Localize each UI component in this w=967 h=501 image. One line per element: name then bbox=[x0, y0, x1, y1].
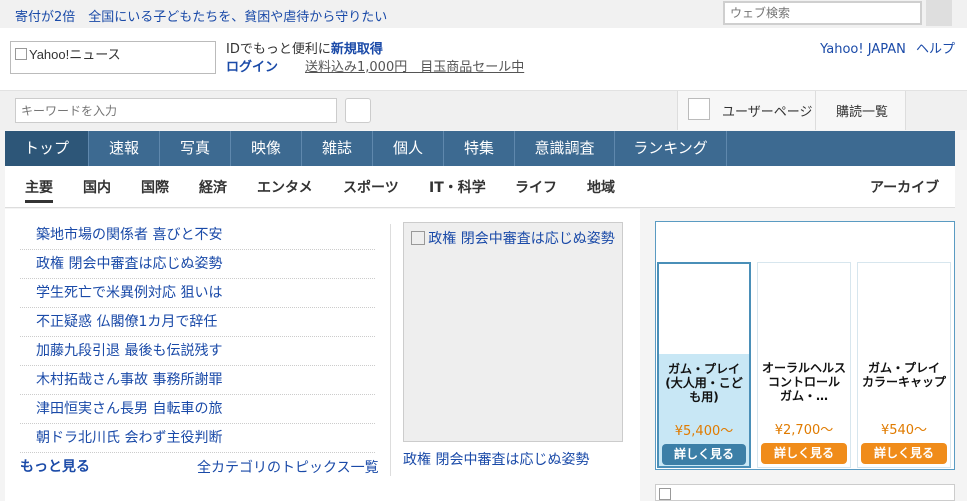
id-promo: IDでもっと便利に新規取得 bbox=[226, 38, 383, 57]
category-entertainment[interactable]: エンタメ bbox=[257, 177, 313, 197]
list-item[interactable]: 津田恒実さん長男 自転車の旅 bbox=[20, 395, 375, 424]
broken-image-icon bbox=[15, 48, 27, 60]
tab-individual[interactable]: 個人 bbox=[373, 131, 444, 166]
category-nav: 主要 国内 国際 経済 エンタメ スポーツ IT・科学 ライフ 地域 アーカイブ bbox=[5, 166, 955, 208]
product-price: ¥540〜 bbox=[880, 423, 928, 438]
user-avatar-icon bbox=[688, 98, 710, 120]
category-international[interactable]: 国際 bbox=[141, 177, 169, 197]
yahoo-news-logo[interactable]: Yahoo!ニュース bbox=[10, 41, 216, 74]
tab-ranking[interactable]: ランキング bbox=[615, 131, 727, 166]
category-region[interactable]: 地域 bbox=[587, 177, 615, 197]
photo-alt-text: 政権 閉会中審査は応じぬ姿勢 bbox=[428, 231, 615, 247]
broken-image-icon bbox=[411, 231, 426, 245]
category-domestic[interactable]: 国内 bbox=[83, 177, 111, 197]
product-price: ¥5,400〜 bbox=[674, 424, 734, 439]
header-links: Yahoo! JAPAN ヘルプ bbox=[814, 38, 955, 57]
topics-list: 築地市場の関係者 喜びと不安 政権 閉会中審査は応じぬ姿勢 学生死亡で米異例対応… bbox=[20, 221, 375, 453]
column-divider bbox=[390, 224, 391, 476]
topic-photo[interactable]: 政権 閉会中審査は応じぬ姿勢 bbox=[403, 222, 623, 442]
id-promo-text: IDでもっと便利に bbox=[226, 42, 331, 57]
login-link[interactable]: ログイン bbox=[226, 56, 278, 75]
category-sports[interactable]: スポーツ bbox=[343, 177, 399, 197]
product-name: オーラルヘルスコントロール ガム・… bbox=[762, 361, 853, 403]
tab-photos[interactable]: 写真 bbox=[160, 131, 231, 166]
tab-survey[interactable]: 意識調査 bbox=[515, 131, 615, 166]
ad-card[interactable]: ガム・プレイ カラーキャップ ¥540〜 詳しく見る bbox=[857, 262, 953, 468]
keyword-input[interactable] bbox=[15, 98, 337, 123]
user-page-label: ユーザーページ bbox=[722, 105, 813, 120]
product-image bbox=[758, 263, 850, 353]
category-main[interactable]: 主要 bbox=[25, 177, 53, 203]
product-price: ¥2,700〜 bbox=[774, 423, 834, 438]
keyword-bar: ユーザーページ 購読一覧 bbox=[0, 90, 967, 130]
main-content: 築地市場の関係者 喜びと不安 政権 閉会中審査は応じぬ姿勢 学生死亡で米異例対応… bbox=[5, 209, 640, 501]
secondary-ad[interactable] bbox=[655, 484, 955, 501]
list-item[interactable]: 学生死亡で米異例対応 狙いは bbox=[20, 279, 375, 308]
tab-top[interactable]: トップ bbox=[5, 131, 89, 166]
top-strip: 寄付が2倍 全国にいる子どもたちを、貧困や虐待から守りたい bbox=[0, 0, 967, 28]
list-item[interactable]: 政権 閉会中審査は応じぬ姿勢 bbox=[20, 250, 375, 279]
list-item[interactable]: 加藤九段引退 最後も伝説残す bbox=[20, 337, 375, 366]
list-item[interactable]: 朝ドラ北川氏 会わず主役判断 bbox=[20, 424, 375, 453]
help-link[interactable]: ヘルプ bbox=[916, 42, 955, 57]
tab-breaking[interactable]: 速報 bbox=[89, 131, 160, 166]
sale-link[interactable]: 送料込み1,000円 目玉商品セール中 bbox=[305, 56, 524, 75]
user-page-button[interactable]: ユーザーページ bbox=[677, 91, 816, 130]
ad-card[interactable]: ガム・プレイ (大人用・こども用) ¥5,400〜 詳しく見る bbox=[657, 262, 751, 468]
logo-alt-text: Yahoo!ニュース bbox=[29, 47, 121, 62]
category-life[interactable]: ライフ bbox=[515, 177, 557, 197]
archive-link[interactable]: アーカイブ bbox=[870, 177, 939, 197]
tab-features[interactable]: 特集 bbox=[444, 131, 515, 166]
ad-card[interactable]: オーラルヘルスコントロール ガム・… ¥2,700〜 詳しく見る bbox=[757, 262, 853, 468]
broken-image-icon bbox=[659, 488, 671, 500]
web-search-input[interactable] bbox=[723, 1, 922, 25]
donation-promo-link[interactable]: 寄付が2倍 全国にいる子どもたちを、貧困や虐待から守りたい bbox=[15, 6, 387, 25]
details-button[interactable]: 詳しく見る bbox=[761, 443, 847, 464]
tab-videos[interactable]: 映像 bbox=[231, 131, 302, 166]
details-button[interactable]: 詳しく見る bbox=[662, 444, 746, 465]
category-economy[interactable]: 経済 bbox=[199, 177, 227, 197]
more-topics-link[interactable]: もっと見る bbox=[20, 456, 90, 476]
details-button[interactable]: 詳しく見る bbox=[861, 443, 947, 464]
header: Yahoo!ニュース IDでもっと便利に新規取得 ログイン 送料込み1,000円… bbox=[0, 28, 967, 90]
web-search-button[interactable] bbox=[926, 0, 952, 26]
ad-panel: ガム・プレイ (大人用・こども用) ¥5,400〜 詳しく見る オーラルヘルスコ… bbox=[655, 221, 955, 470]
product-name: ガム・プレイ (大人用・こども用) bbox=[665, 362, 743, 404]
subscriptions-label: 購読一覧 bbox=[836, 105, 889, 120]
subscriptions-button[interactable]: 購読一覧 bbox=[816, 91, 906, 130]
list-item[interactable]: 不正疑惑 仏閣僚1カ月で辞任 bbox=[20, 308, 375, 337]
product-name: ガム・プレイ カラーキャップ bbox=[862, 361, 953, 389]
category-it-science[interactable]: IT・科学 bbox=[429, 177, 486, 197]
keyword-search-button[interactable] bbox=[345, 98, 371, 123]
photo-caption-link[interactable]: 政権 閉会中審査は応じぬ姿勢 bbox=[403, 449, 589, 469]
product-image bbox=[858, 263, 950, 353]
all-categories-link[interactable]: 全カテゴリのトピックス一覧 bbox=[197, 457, 379, 477]
product-image bbox=[659, 264, 749, 354]
signup-link[interactable]: 新規取得 bbox=[331, 42, 383, 57]
list-item[interactable]: 築地市場の関係者 喜びと不安 bbox=[20, 221, 375, 250]
primary-nav: トップ 速報 写真 映像 雑誌 個人 特集 意識調査 ランキング bbox=[5, 131, 955, 166]
list-item[interactable]: 木村拓哉さん事故 事務所謝罪 bbox=[20, 366, 375, 395]
yahoo-japan-link[interactable]: Yahoo! JAPAN bbox=[820, 42, 906, 57]
tab-magazines[interactable]: 雑誌 bbox=[302, 131, 373, 166]
